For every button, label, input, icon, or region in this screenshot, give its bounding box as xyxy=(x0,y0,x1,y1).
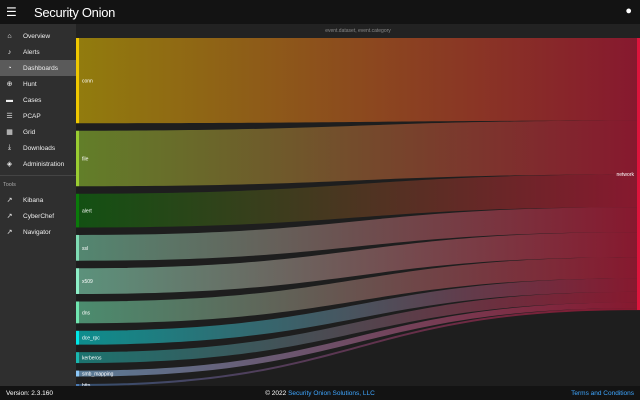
sankey-node-conn[interactable] xyxy=(76,38,79,124)
menu-icon[interactable]: ☰ xyxy=(6,5,22,19)
sankey-label: dce_rpc xyxy=(82,336,100,342)
home-icon: ⌂ xyxy=(7,32,12,40)
sidebar-item-overview[interactable]: ⌂ Overview xyxy=(0,28,76,44)
external-link-icon: ↗ xyxy=(6,197,13,204)
sankey-label: network xyxy=(616,172,634,178)
sitemap-icon: ▦ xyxy=(6,129,13,136)
bell-icon: ♪ xyxy=(7,48,12,56)
list-icon: ☰ xyxy=(6,113,13,120)
sankey-label: alert xyxy=(82,209,92,215)
sankey-node-smb_mapping[interactable] xyxy=(76,370,79,377)
sidebar-item-label: PCAP xyxy=(23,112,41,120)
sankey-node-file[interactable] xyxy=(76,130,79,187)
sankey-label: conn xyxy=(82,79,93,85)
external-link-icon: ↗ xyxy=(6,229,13,236)
sidebar-item-navigator[interactable]: ↗ Navigator xyxy=(0,224,76,240)
sankey-label: file xyxy=(82,156,89,162)
sidebar-item-hunt[interactable]: ⊕ Hunt xyxy=(0,76,76,92)
external-link-icon: ↗ xyxy=(6,213,13,220)
divider xyxy=(0,175,76,176)
sidebar-item-label: Alerts xyxy=(23,48,40,56)
sidebar-item-cyberchef[interactable]: ↗ CyberChef xyxy=(0,208,76,224)
shield-icon: ◈ xyxy=(6,161,13,168)
sidebar-item-label: CyberChef xyxy=(23,212,55,220)
chart-pie-icon: ◔ xyxy=(7,64,12,72)
download-icon: ⤓ xyxy=(7,144,12,151)
sankey-link-conn[interactable] xyxy=(79,38,637,124)
sankey-node-dce_rpc[interactable] xyxy=(76,330,79,345)
sankey-label: kerberos xyxy=(82,356,102,362)
sidebar-item-label: Navigator xyxy=(23,228,51,236)
tools-heading: Tools xyxy=(3,182,16,188)
account-icon[interactable]: ● xyxy=(625,5,632,17)
sidebar-item-grid[interactable]: ▦ Grid xyxy=(0,124,76,140)
sankey-node-dns[interactable] xyxy=(76,301,79,324)
sankey-node-alert[interactable] xyxy=(76,193,79,228)
terms-link[interactable]: Terms and Conditions xyxy=(571,390,634,397)
sidebar-item-label: Administration xyxy=(23,160,65,168)
sankey-label: ssl xyxy=(82,246,88,252)
sankey-label: smb_mapping xyxy=(82,372,114,378)
sidebar-item-pcap[interactable]: ☰ PCAP xyxy=(0,108,76,124)
sidebar-item-label: Kibana xyxy=(23,196,44,204)
sankey-label: x509 xyxy=(82,279,93,285)
sidebar-item-label: Overview xyxy=(23,32,51,40)
sidebar-item-dashboards[interactable]: ◔ Dashboards xyxy=(0,60,76,76)
sidebar-item-cases[interactable]: ▬ Cases xyxy=(0,92,76,108)
copyright: © 2022 xyxy=(265,389,289,397)
sankey-node-ssl[interactable] xyxy=(76,234,79,261)
sidebar-item-alerts[interactable]: ♪ Alerts xyxy=(0,44,76,60)
sidebar-item-kibana[interactable]: ↗ Kibana xyxy=(0,192,76,208)
briefcase-icon: ▬ xyxy=(6,96,13,104)
sankey-chart: conn file alert ssl x509 dns dce_rpc kerberos sm… xyxy=(76,38,640,386)
sidebar: ⌂ Overview ♪ Alerts ◔ Dashboards ⊕ Hunt ▬ Cases ☰ P… xyxy=(0,24,76,386)
app-logo: Security Onion xyxy=(34,4,116,20)
footer: Version: 2.3.160 © 2022 Security Onion S… xyxy=(0,386,640,400)
sidebar-item-label: Dashboards xyxy=(23,64,59,72)
sidebar-item-label: Hunt xyxy=(23,80,37,88)
sankey-node-x509[interactable] xyxy=(76,268,79,294)
crosshairs-icon: ⊕ xyxy=(6,81,13,88)
sidebar-item-label: Downloads xyxy=(23,144,56,152)
sidebar-item-label: Cases xyxy=(23,96,42,104)
sidebar-item-administration[interactable]: ◈ Administration xyxy=(0,156,76,172)
company-link[interactable]: Security Onion Solutions, LLC xyxy=(288,390,375,397)
sidebar-item-downloads[interactable]: ⤓ Downloads xyxy=(0,140,76,156)
sankey-node-kerberos[interactable] xyxy=(76,352,79,364)
chart-title: event.dataset, event.category xyxy=(76,24,640,38)
top-bar: ☰ Security Onion ● xyxy=(0,0,640,24)
dashboard-main: event.dataset, event.category conn file al… xyxy=(76,24,640,386)
sidebar-item-label: Grid xyxy=(23,128,36,136)
sankey-label: dns xyxy=(82,310,91,316)
